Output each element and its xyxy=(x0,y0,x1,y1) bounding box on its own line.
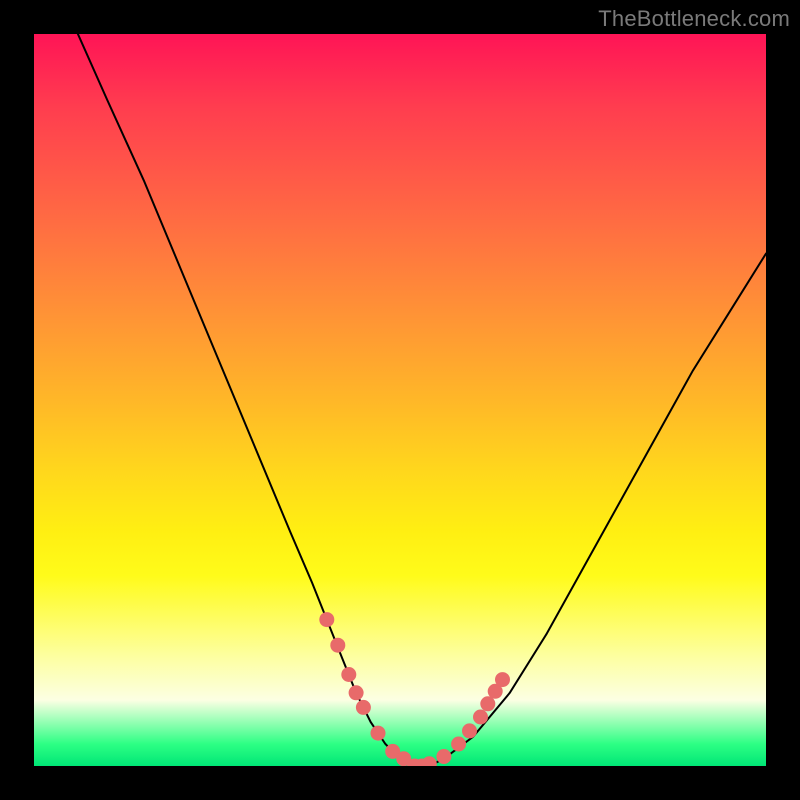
marker-dot xyxy=(473,710,488,725)
curve-group xyxy=(78,34,766,766)
marker-dot xyxy=(488,684,503,699)
marker-dot xyxy=(480,696,495,711)
marker-dot xyxy=(356,700,371,715)
chart-plot-area xyxy=(34,34,766,766)
marker-dot xyxy=(415,759,430,767)
marker-group xyxy=(319,612,510,766)
chart-svg xyxy=(34,34,766,766)
marker-dot xyxy=(330,638,345,653)
marker-dot xyxy=(341,667,356,682)
marker-dot xyxy=(495,672,510,687)
bottleneck-curve xyxy=(78,34,766,766)
attribution-text: TheBottleneck.com xyxy=(598,6,790,32)
marker-dot xyxy=(396,751,411,766)
marker-dot xyxy=(451,737,466,752)
marker-dot xyxy=(462,723,477,738)
marker-dot xyxy=(319,612,334,627)
marker-dot xyxy=(436,749,451,764)
marker-dot xyxy=(349,685,364,700)
marker-dot xyxy=(385,744,400,759)
marker-dot xyxy=(407,759,422,767)
marker-dot xyxy=(422,756,437,766)
marker-dot xyxy=(371,726,386,741)
